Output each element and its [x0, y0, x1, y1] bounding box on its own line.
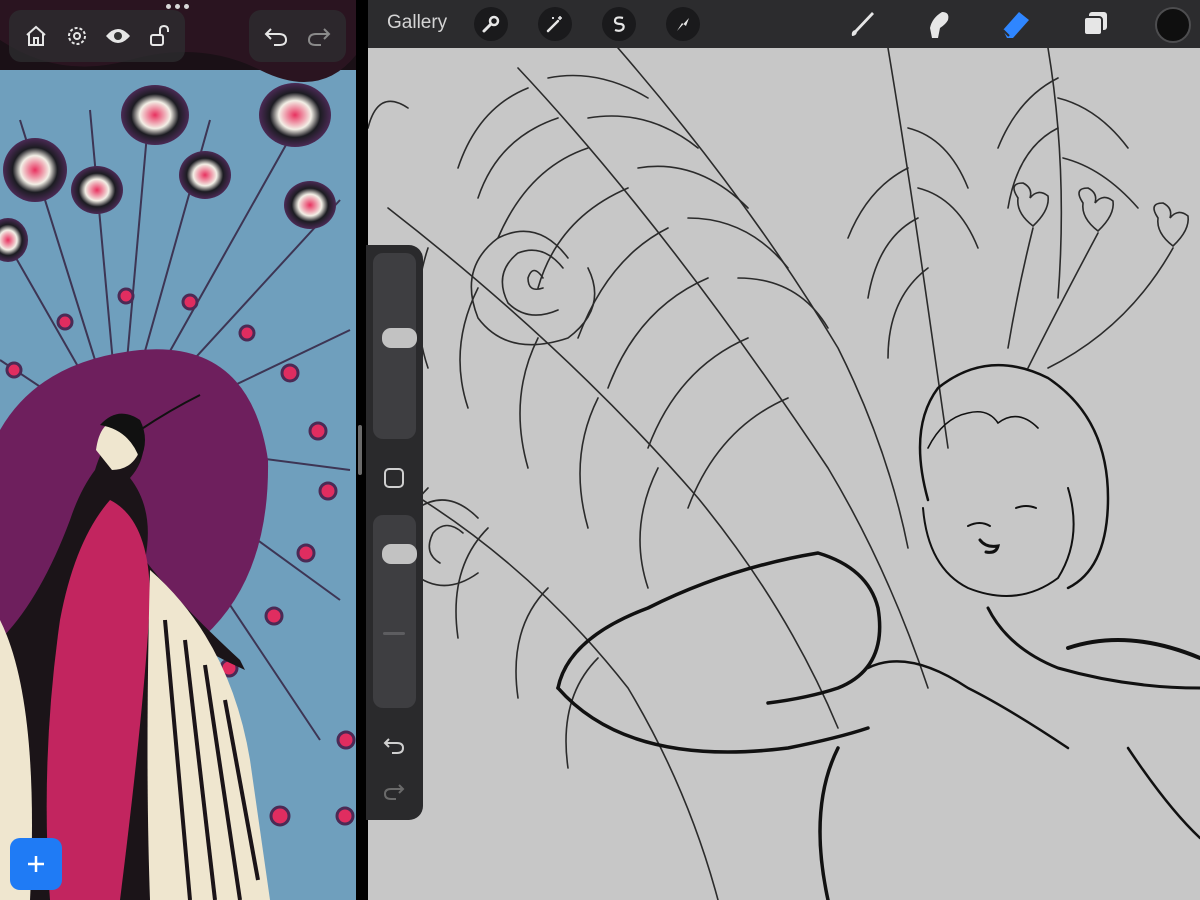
- square-icon: [384, 468, 404, 488]
- eraser-icon: [1002, 12, 1029, 38]
- slider-marker: [383, 632, 405, 635]
- redo-icon: [383, 784, 405, 800]
- sketch-artwork: [368, 48, 1200, 900]
- paint-tool-button[interactable]: [844, 6, 880, 42]
- selection-button[interactable]: [602, 7, 636, 41]
- selection-icon: [613, 16, 625, 32]
- transform-button[interactable]: [666, 7, 700, 41]
- eraser-tool-button[interactable]: [998, 6, 1034, 42]
- opacity-slider[interactable]: [373, 515, 417, 708]
- brush-size-slider[interactable]: [373, 253, 417, 439]
- wrench-icon: [482, 15, 500, 33]
- plus-icon: [28, 856, 44, 872]
- side-slider-panel: [366, 245, 423, 820]
- brush-size-thumb[interactable]: [382, 328, 417, 349]
- magic-wand-icon: [546, 16, 562, 33]
- gear-icon[interactable]: [60, 19, 94, 53]
- unlock-icon[interactable]: [142, 19, 176, 53]
- layers-icon: [1083, 12, 1107, 36]
- brush-icon: [851, 12, 874, 36]
- modify-button[interactable]: [383, 467, 405, 489]
- reference-image-pane[interactable]: [0, 0, 356, 900]
- top-toolbar: Gallery: [368, 0, 1200, 48]
- eye-icon[interactable]: [101, 19, 135, 53]
- reference-artwork: [0, 0, 356, 900]
- reference-undo-group: [249, 10, 346, 62]
- split-view-handle[interactable]: [358, 425, 362, 475]
- side-undo-button[interactable]: [381, 733, 407, 759]
- layers-button[interactable]: [1077, 6, 1113, 42]
- drawing-canvas[interactable]: [368, 48, 1200, 900]
- gallery-button[interactable]: Gallery: [387, 12, 447, 34]
- redo-icon[interactable]: [302, 19, 336, 53]
- actions-button[interactable]: [474, 7, 508, 41]
- adjustments-button[interactable]: [538, 7, 572, 41]
- smudge-icon: [930, 12, 949, 38]
- add-reference-button[interactable]: [10, 838, 62, 890]
- home-icon[interactable]: [19, 19, 53, 53]
- reference-toolbar: [9, 10, 185, 62]
- side-redo-button[interactable]: [381, 779, 407, 805]
- more-options-dots[interactable]: [166, 4, 189, 9]
- transform-arrow-icon: [677, 18, 689, 31]
- opacity-thumb[interactable]: [382, 543, 417, 564]
- undo-icon: [383, 738, 405, 754]
- undo-icon[interactable]: [259, 19, 293, 53]
- smudge-tool-button[interactable]: [920, 6, 956, 42]
- color-picker-button[interactable]: [1155, 7, 1191, 43]
